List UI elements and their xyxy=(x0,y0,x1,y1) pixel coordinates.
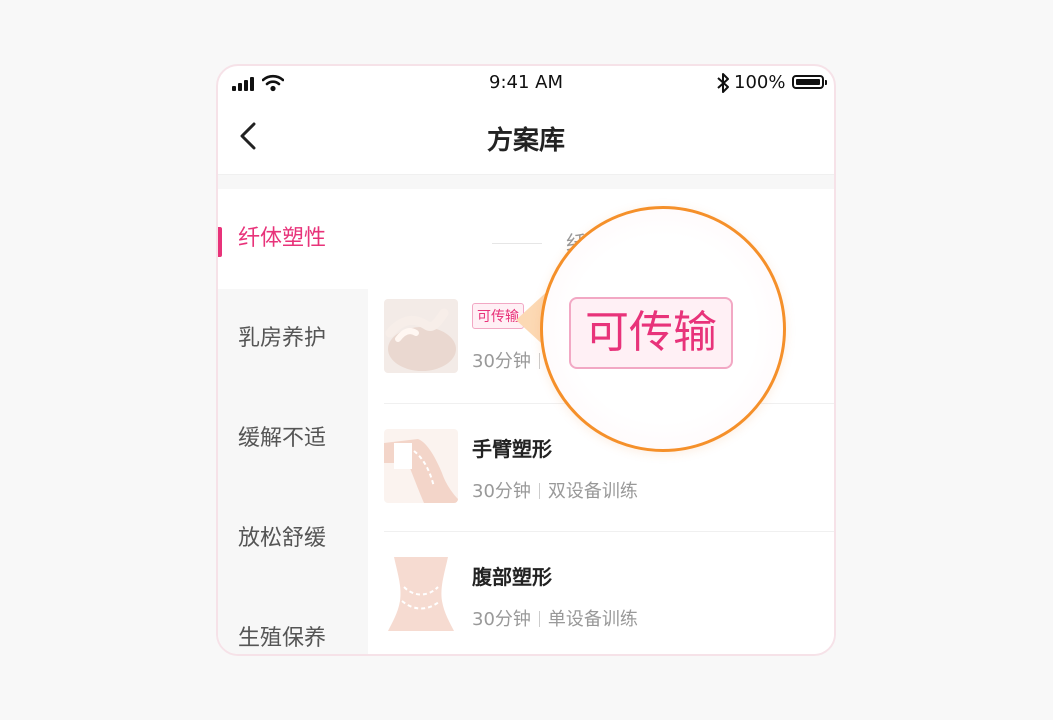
sidebar-item-label: 生殖保养 xyxy=(238,626,327,651)
active-indicator xyxy=(218,227,222,257)
battery-percentage: 100% xyxy=(734,72,786,93)
section-divider xyxy=(492,243,542,244)
navigation-bar: 方案库 xyxy=(218,102,834,175)
plan-card[interactable]: 腹部塑形 30分钟 单设备训练 xyxy=(384,531,834,654)
sidebar-item-label: 缓解不适 xyxy=(238,426,327,451)
sidebar-item-relax[interactable]: 放松舒缓 xyxy=(218,489,368,589)
status-bar: 9:41 AM 100% xyxy=(218,66,834,102)
sidebar-item-relief[interactable]: 缓解不适 xyxy=(218,389,368,489)
meta-separator xyxy=(538,483,540,499)
plan-title: 手臂塑形 xyxy=(472,437,552,461)
plan-duration: 30分钟 xyxy=(472,481,531,502)
sidebar-item-label: 放松舒缓 xyxy=(238,526,327,551)
sidebar-item-breast-care[interactable]: 乳房养护 xyxy=(218,289,368,389)
category-sidebar: 纤体塑性 乳房养护 缓解不适 放松舒缓 生殖保养 xyxy=(218,189,368,654)
sidebar-item-label: 纤体塑性 xyxy=(238,226,327,251)
plan-duration: 30分钟 xyxy=(472,609,531,630)
sidebar-item-label: 乳房养护 xyxy=(238,326,327,351)
plan-mode: 双设备训练 xyxy=(547,481,638,502)
battery-icon xyxy=(792,75,827,89)
plan-meta: 30分钟 双设备训练 xyxy=(472,477,638,503)
magnifier-callout: 可传输 xyxy=(540,206,786,452)
plan-title: 腹部塑形 xyxy=(472,565,552,589)
sidebar-item-reproductive-care[interactable]: 生殖保养 xyxy=(218,589,368,654)
plan-thumbnail xyxy=(384,429,458,503)
plan-meta: 30分钟 单设备训练 xyxy=(472,605,638,631)
magnified-transfer-tag: 可传输 xyxy=(569,297,733,369)
plan-mode: 单设备训练 xyxy=(547,609,638,630)
plan-thumbnail xyxy=(384,299,458,373)
section-gap xyxy=(218,175,834,189)
bluetooth-icon xyxy=(717,73,729,93)
plan-thumbnail xyxy=(384,557,458,631)
meta-separator xyxy=(538,611,540,627)
page-title: 方案库 xyxy=(486,126,565,156)
sidebar-item-slimming[interactable]: 纤体塑性 xyxy=(218,189,368,289)
